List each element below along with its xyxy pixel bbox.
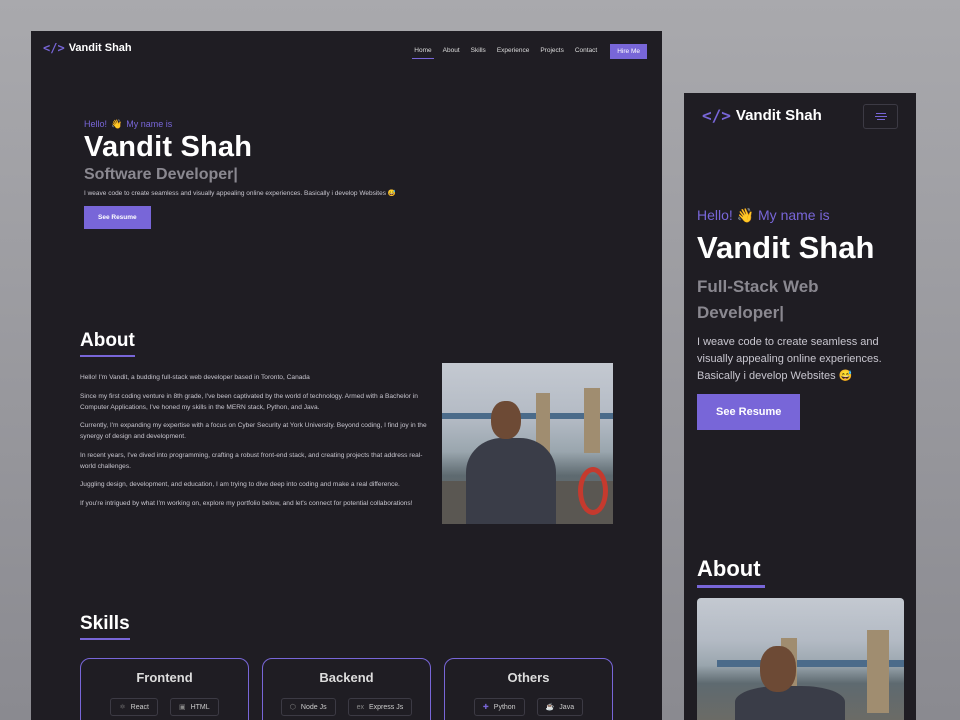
hero-greeting: Hello! 👋 My name is xyxy=(697,207,907,224)
profile-photo xyxy=(442,363,613,524)
skills-cards: Frontend ⚛ React ▣ HTML Backend ⬡ Node Js e… xyxy=(80,658,613,720)
skill-pill: ✚ Python xyxy=(473,698,525,716)
node-icon: ⬡ xyxy=(289,704,296,711)
nav-item-projects[interactable]: Projects xyxy=(540,47,563,57)
code-icon: </> xyxy=(43,41,65,55)
see-resume-button[interactable]: See Resume xyxy=(84,206,151,229)
nav-item-experience[interactable]: Experience xyxy=(497,47,530,57)
hero-tagline: I weave code to create seamless and visu… xyxy=(697,336,882,382)
profile-photo xyxy=(697,598,904,720)
hire-me-button[interactable]: Hire Me xyxy=(610,44,647,59)
skill-card-backend: Backend ⬡ Node Js ex Express Js xyxy=(262,658,431,720)
skill-card-frontend: Frontend ⚛ React ▣ HTML xyxy=(80,658,249,720)
python-icon: ✚ xyxy=(482,704,489,711)
skills-heading: Skills xyxy=(80,613,130,640)
hamburger-menu-button[interactable] xyxy=(863,104,898,129)
nav-item-contact[interactable]: Contact xyxy=(575,47,597,57)
about-paragraph: If you're intrigued by what I'm working … xyxy=(80,499,413,507)
hero-role: Full-Stack Web Developer| xyxy=(697,277,819,322)
skill-pill-label: Java xyxy=(559,703,575,711)
skill-card-title: Backend xyxy=(319,670,374,685)
about-paragraph: In recent years, I've dived into program… xyxy=(80,451,423,470)
skill-card-others: Others ✚ Python ☕ Java xyxy=(444,658,613,720)
skill-pill: ⬡ Node Js xyxy=(280,698,336,716)
hero-section: Hello! 👋 My name is Vandit Shah Full-Sta… xyxy=(697,207,907,430)
nav-item-skills[interactable]: Skills xyxy=(471,47,486,57)
hero-name: Vandit Shah xyxy=(697,230,875,265)
desktop-mockup: </> Vandit Shah Home About Skills Experi… xyxy=(31,31,662,720)
brand-name: Vandit Shah xyxy=(735,107,822,124)
hero-greeting: Hello! 👋 My name is xyxy=(84,119,396,130)
hello-text: Hello! xyxy=(697,207,733,223)
java-icon: ☕ xyxy=(545,704,555,711)
hero-role: Software Developer| xyxy=(84,166,238,183)
about-paragraph: Juggling design, development, and educat… xyxy=(80,481,400,488)
skill-card-title: Others xyxy=(507,670,550,685)
nav-item-home[interactable]: Home xyxy=(412,47,435,59)
skill-pill: ☕ Java xyxy=(536,698,584,716)
see-resume-button[interactable]: See Resume xyxy=(697,394,801,430)
brand-name: Vandit Shah xyxy=(68,42,132,54)
nav-item-about[interactable]: About xyxy=(443,47,460,57)
skill-pill-label: Python xyxy=(493,703,516,711)
skill-pill: ▣ HTML xyxy=(169,698,219,716)
nav-menu: Home About Skills Experience Projects Co… xyxy=(412,44,647,59)
brand-logo[interactable]: </> Vandit Shah xyxy=(702,106,822,125)
express-icon: ex xyxy=(356,703,364,711)
intro-text: My name is xyxy=(126,119,173,129)
skill-card-title: Frontend xyxy=(136,670,193,685)
hero-section: Hello! 👋 My name is Vandit Shah Software… xyxy=(84,119,396,229)
html-icon: ▣ xyxy=(178,704,186,711)
skill-pill: ⚛ React xyxy=(110,698,158,716)
skill-pill: ex Express Js xyxy=(347,698,413,716)
skill-pill-label: HTML xyxy=(190,703,210,711)
about-paragraph: Since my first coding venture in 8th gra… xyxy=(80,392,418,411)
code-icon: </> xyxy=(702,106,731,125)
about-text: Hello! I'm Vandit, a budding full-stack … xyxy=(80,372,432,516)
mobile-mockup: </> Vandit Shah Hello! 👋 My name is Vand… xyxy=(684,93,916,720)
about-heading: About xyxy=(697,556,765,588)
brand-logo[interactable]: </> Vandit Shah xyxy=(43,41,132,55)
hello-text: Hello! xyxy=(84,119,108,129)
skill-pill-label: Node Js xyxy=(300,703,327,711)
hero-name: Vandit Shah xyxy=(84,131,253,163)
wave-icon: 👋 xyxy=(736,207,755,223)
top-nav: </> Vandit Shah Home About Skills Experi… xyxy=(31,31,662,71)
wave-icon: 👋 xyxy=(111,119,123,129)
react-icon: ⚛ xyxy=(119,704,126,711)
hero-tagline: I weave code to create seamless and visu… xyxy=(84,190,396,197)
about-paragraph: Hello! I'm Vandit, a budding full-stack … xyxy=(80,374,310,381)
skill-pill-label: React xyxy=(130,703,149,711)
intro-text: My name is xyxy=(758,207,830,223)
about-heading: About xyxy=(80,330,135,357)
about-paragraph: Currently, I'm expanding my expertise wi… xyxy=(80,422,427,440)
skill-pill-label: Express Js xyxy=(368,703,404,711)
